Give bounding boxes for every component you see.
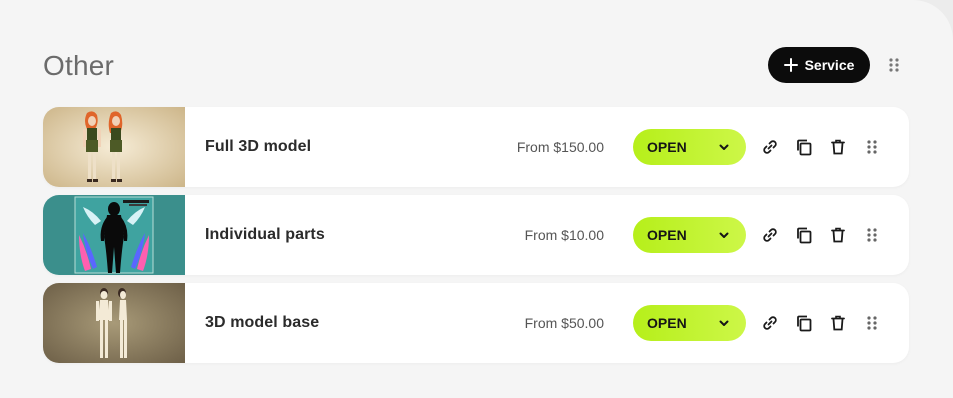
service-price: From $10.00 <box>524 227 604 243</box>
service-row[interactable]: Full 3D model From $150.00 OPEN <box>43 107 909 187</box>
service-row[interactable]: 3D model base From $50.00 OPEN <box>43 283 909 363</box>
status-dropdown[interactable]: OPEN <box>633 305 746 341</box>
status-label: OPEN <box>647 227 687 243</box>
plus-icon <box>783 58 798 72</box>
service-thumbnail <box>43 195 185 275</box>
drag-handle-icon[interactable] <box>862 313 882 333</box>
add-service-label: Service <box>804 57 855 73</box>
trash-icon[interactable] <box>828 137 848 157</box>
status-dropdown[interactable]: OPEN <box>633 129 746 165</box>
status-label: OPEN <box>647 139 687 155</box>
service-thumbnail <box>43 107 185 187</box>
section-title: Other <box>43 50 115 81</box>
status-label: OPEN <box>647 315 687 331</box>
status-dropdown[interactable]: OPEN <box>633 217 746 253</box>
link-icon[interactable] <box>760 137 780 157</box>
service-price: From $50.00 <box>524 315 604 331</box>
trash-icon[interactable] <box>828 225 848 245</box>
chevron-down-icon <box>718 317 730 329</box>
copy-icon[interactable] <box>794 225 814 245</box>
link-icon[interactable] <box>760 225 780 245</box>
link-icon[interactable] <box>760 313 780 333</box>
copy-icon[interactable] <box>794 137 814 157</box>
service-price: From $150.00 <box>516 139 604 155</box>
service-thumbnail <box>43 283 185 363</box>
copy-icon[interactable] <box>794 313 814 333</box>
service-name: Full 3D model <box>205 138 312 155</box>
chevron-down-icon <box>718 141 730 153</box>
section-drag-handle-icon[interactable] <box>888 58 900 72</box>
chevron-down-icon <box>718 229 730 241</box>
add-service-button[interactable]: Service <box>768 47 870 83</box>
service-row[interactable]: Individual parts From $10.00 OPEN <box>43 195 909 275</box>
service-name: 3D model base <box>205 314 320 331</box>
service-name: Individual parts <box>205 226 325 243</box>
trash-icon[interactable] <box>828 313 848 333</box>
drag-handle-icon[interactable] <box>862 225 882 245</box>
drag-handle-icon[interactable] <box>862 137 882 157</box>
services-panel: Other Service Full 3D model From $150.00… <box>0 0 953 398</box>
